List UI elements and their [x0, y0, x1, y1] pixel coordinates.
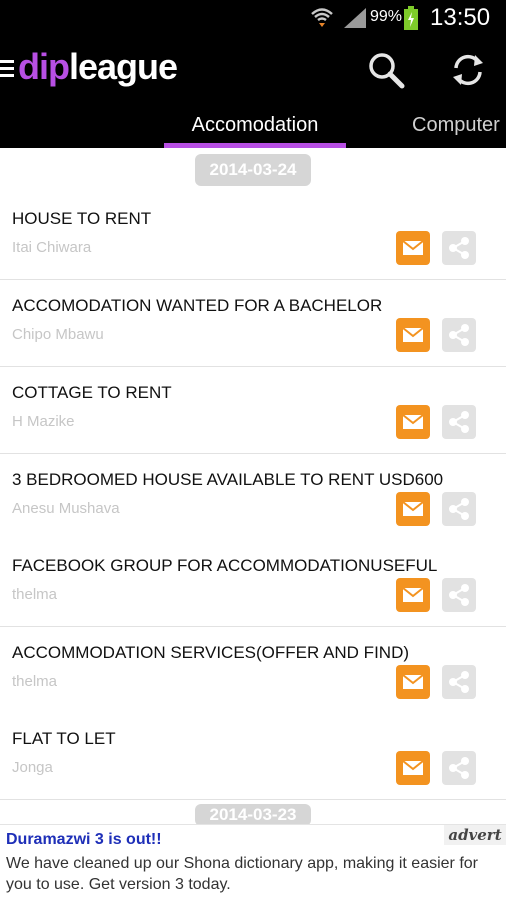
listing-author: Chipo Mbawu	[12, 326, 104, 343]
date-header: 2014-03-24	[195, 154, 311, 186]
listing-author: Anesu Mushava	[12, 500, 120, 517]
listing-author: H Mazike	[12, 413, 75, 430]
tab-computer[interactable]: Computer	[412, 114, 500, 137]
listing-title: COTTAGE TO RENT	[12, 383, 172, 402]
ad-body[interactable]: We have cleaned up our Shona dictionary …	[6, 853, 486, 895]
listing-title: HOUSE TO RENT	[12, 209, 152, 228]
list-item[interactable]: ACCOMMODATION SERVICES(OFFER AND FIND) t…	[0, 627, 506, 714]
list-item[interactable]: COTTAGE TO RENT H Mazike	[0, 367, 506, 454]
action-bar: dipleague	[0, 36, 506, 100]
mail-icon[interactable]	[396, 405, 430, 439]
share-icon[interactable]	[442, 318, 476, 352]
list-item[interactable]: FACEBOOK GROUP FOR ACCOMMODATIONUSEFUL t…	[0, 540, 506, 627]
share-icon[interactable]	[442, 578, 476, 612]
ad-title[interactable]: Duramazwi 3 is out!!	[6, 831, 162, 849]
mail-icon[interactable]	[396, 231, 430, 265]
list-item[interactable]: HOUSE TO RENT Itai Chiwara	[0, 193, 506, 280]
menu-icon[interactable]	[0, 56, 14, 80]
status-time: 13:50	[430, 4, 491, 31]
listing-title: FLAT TO LET	[12, 729, 116, 748]
refresh-icon[interactable]	[448, 50, 488, 90]
share-icon[interactable]	[442, 751, 476, 785]
list-item[interactable]: 3 BEDROOMED HOUSE AVAILABLE TO RENT USD6…	[0, 454, 506, 541]
share-icon[interactable]	[442, 231, 476, 265]
listing-author: Itai Chiwara	[12, 239, 92, 256]
date-header: 2014-03-23	[195, 804, 311, 826]
share-icon[interactable]	[442, 665, 476, 699]
ad-label: advert	[444, 825, 506, 845]
search-icon[interactable]	[366, 50, 406, 90]
listing-author: thelma	[12, 673, 58, 690]
mail-icon[interactable]	[396, 665, 430, 699]
share-icon[interactable]	[442, 405, 476, 439]
share-icon[interactable]	[442, 492, 476, 526]
ad-banner[interactable]: Duramazwi 3 is out!! advert We have clea…	[0, 824, 506, 901]
listing-title: ACCOMMODATION SERVICES(OFFER AND FIND)	[12, 643, 410, 662]
tab-accomodation[interactable]: Accomodation	[164, 114, 346, 137]
listing-title: ACCOMODATION WANTED FOR A BACHELOR	[12, 296, 383, 315]
signal-icon	[344, 8, 366, 28]
battery-icon	[404, 6, 418, 30]
logo-dip: dip	[18, 46, 70, 87]
mail-icon[interactable]	[396, 318, 430, 352]
tab-indicator	[164, 143, 346, 148]
list-item[interactable]: FLAT TO LET Jonga	[0, 713, 506, 800]
listing-author: thelma	[12, 586, 58, 603]
battery-percent: 99%	[370, 8, 403, 25]
list-item[interactable]: ACCOMODATION WANTED FOR A BACHELOR Chipo…	[0, 280, 506, 367]
status-bar: 99% 13:50	[0, 0, 506, 36]
tab-bar: Accomodation Computer	[0, 100, 506, 148]
logo-league: league	[68, 46, 178, 87]
listing-title: 3 BEDROOMED HOUSE AVAILABLE TO RENT USD6…	[12, 470, 444, 489]
listing-title: FACEBOOK GROUP FOR ACCOMMODATIONUSEFUL	[12, 556, 438, 575]
mail-icon[interactable]	[396, 751, 430, 785]
wifi-icon	[311, 8, 333, 27]
mail-icon[interactable]	[396, 492, 430, 526]
mail-icon[interactable]	[396, 578, 430, 612]
listing-author: Jonga	[12, 759, 53, 776]
app-logo: dipleague	[18, 46, 178, 88]
